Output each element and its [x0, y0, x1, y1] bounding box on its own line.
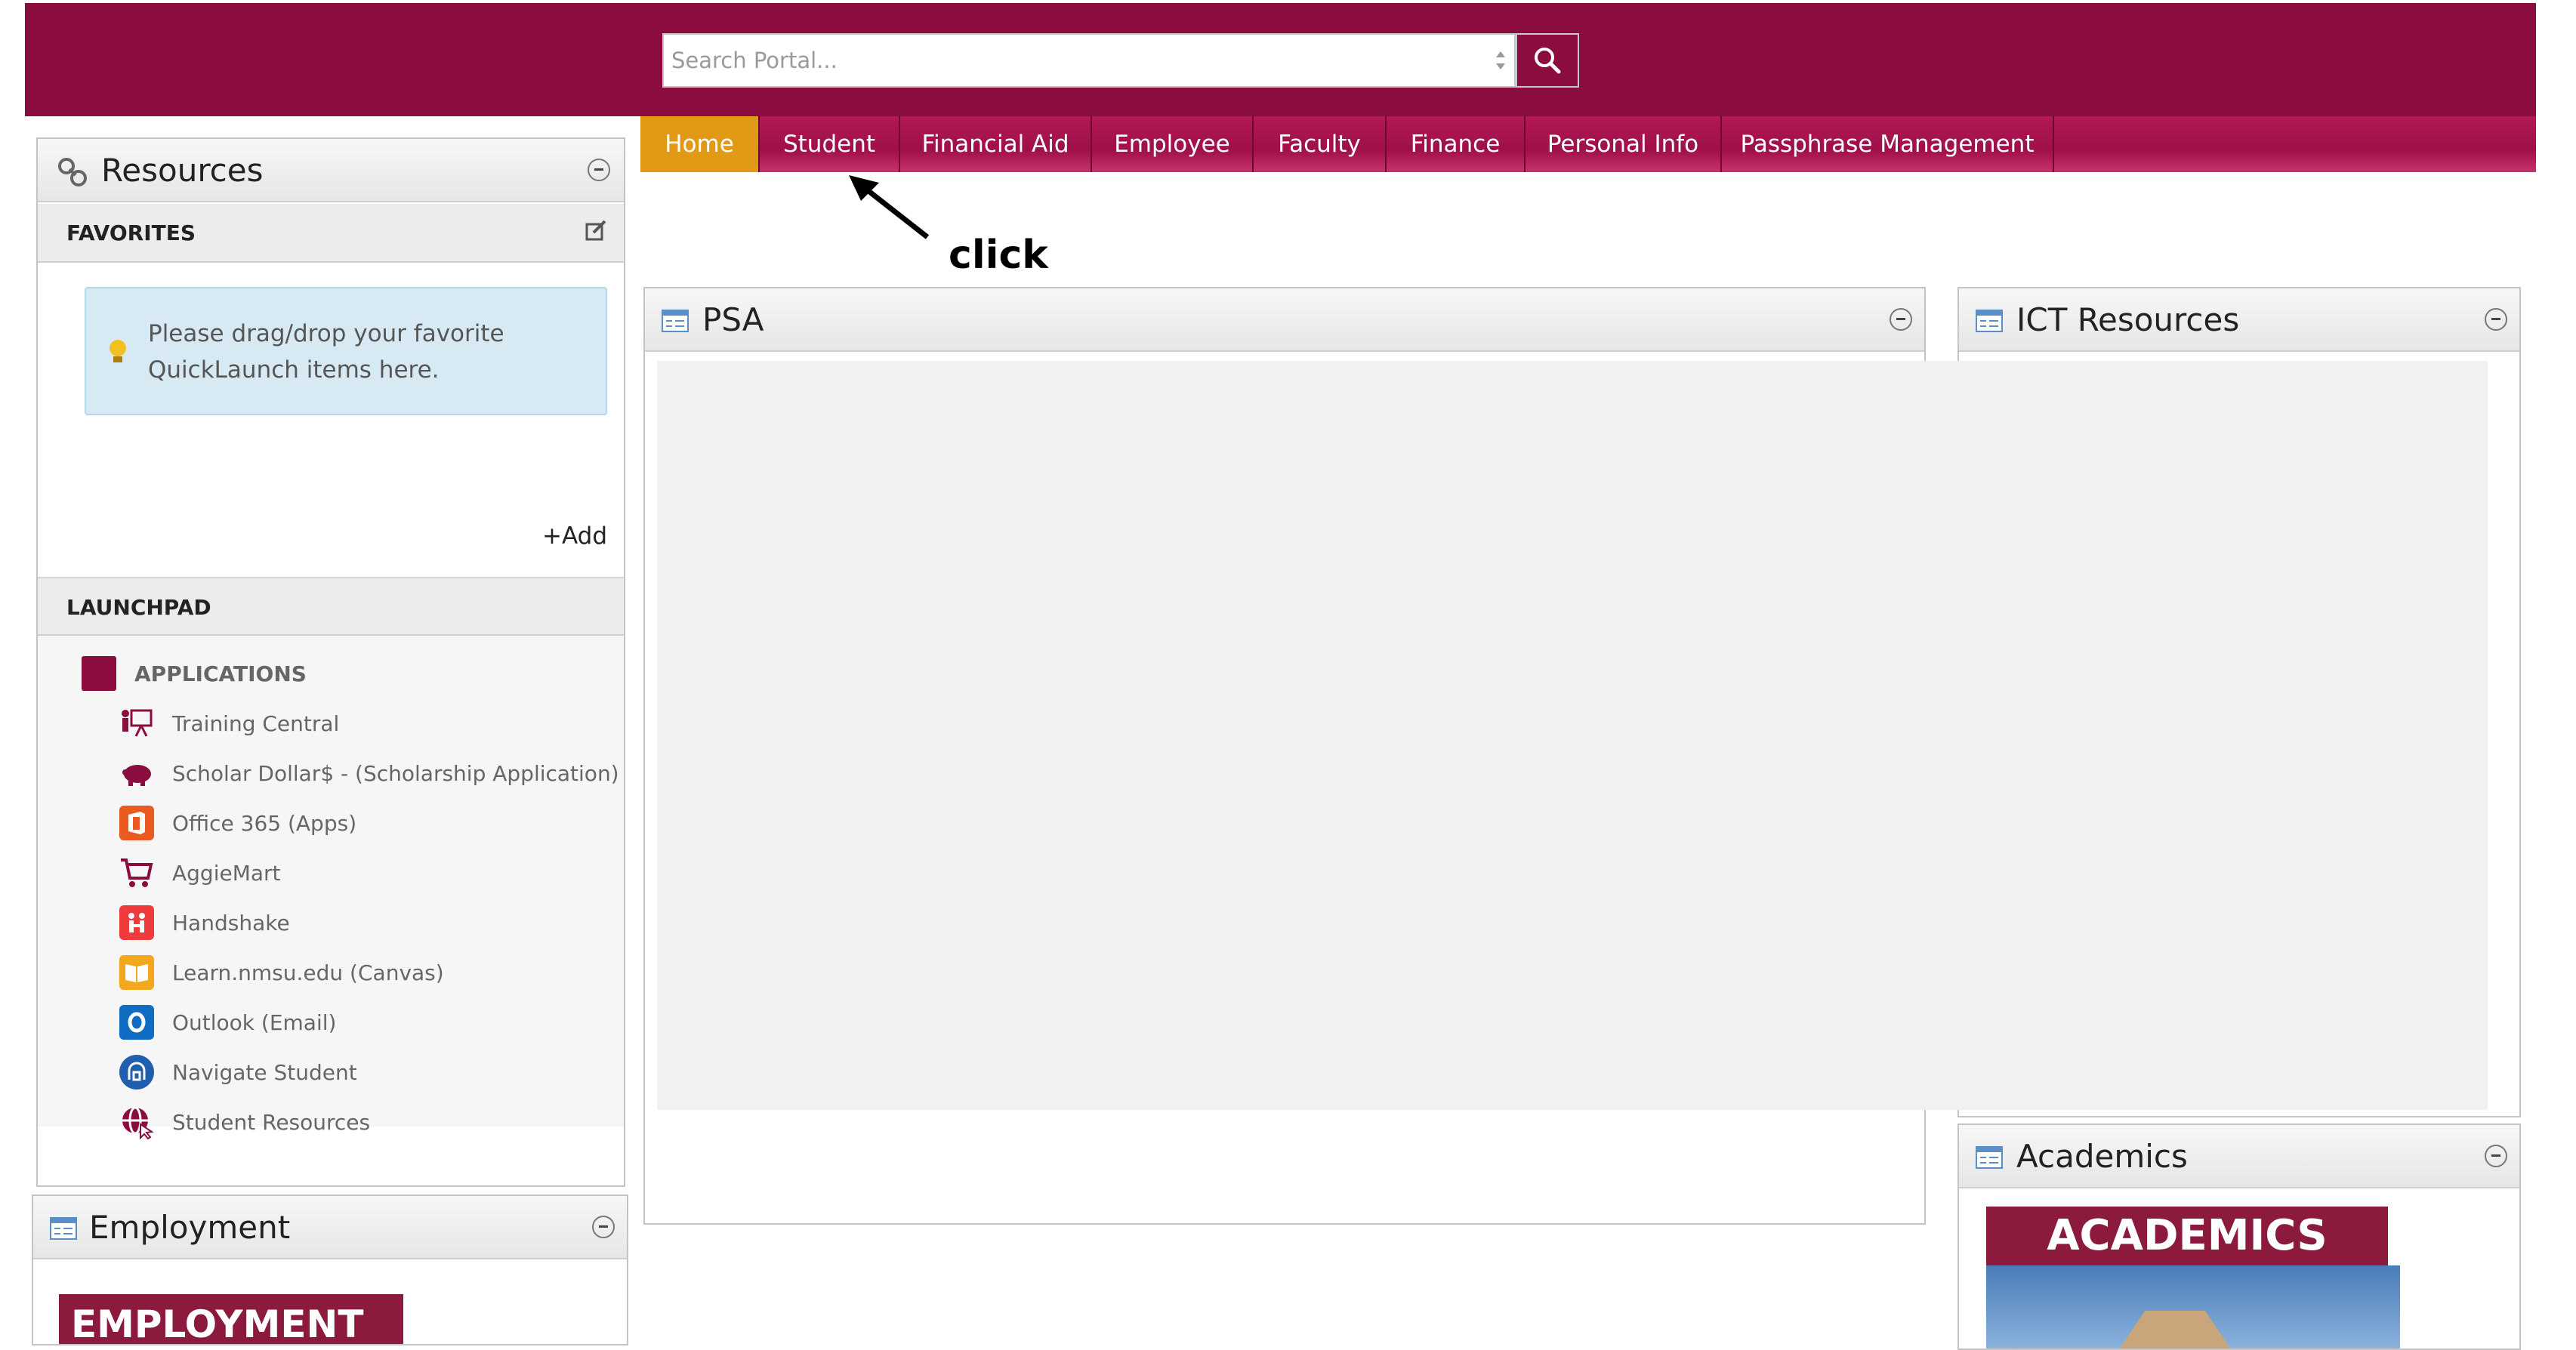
minimize-button[interactable] [588, 159, 610, 181]
book-icon [119, 955, 154, 990]
launchpad-item[interactable]: Outlook (Email) [119, 1000, 336, 1045]
minimize-button[interactable] [2485, 308, 2507, 331]
launchpad-item-label: Outlook (Email) [172, 1009, 337, 1035]
outlook-icon [119, 1005, 154, 1040]
sort-arrows-icon[interactable] [1493, 45, 1508, 76]
academics-header: Academics [1959, 1125, 2519, 1188]
tab-passphrase-management[interactable]: Passphrase Management [1722, 116, 2054, 172]
psa-header: PSA [645, 288, 1924, 352]
launchpad-item-label: Scholar Dollar$ - (Scholarship Applicati… [172, 760, 619, 786]
favorites-heading: FAVORITES [38, 204, 624, 263]
ict-header: ICT Resources [1959, 288, 2519, 352]
content-placeholder [657, 361, 2488, 1110]
launchpad-item-label: Office 365 (Apps) [172, 810, 357, 836]
portlet-icon [50, 1217, 77, 1240]
launchpad-item-label: Student Resources [172, 1109, 371, 1135]
launchpad-heading: LAUNCHPAD [38, 577, 624, 636]
launchpad-item-label: AggieMart [172, 860, 281, 886]
launchpad-item[interactable]: Training Central [119, 701, 339, 746]
search-button[interactable] [1516, 33, 1579, 88]
search-input[interactable] [664, 35, 1479, 86]
navigate-icon [119, 1055, 154, 1090]
tab-employee[interactable]: Employee [1092, 116, 1254, 172]
cart-icon [119, 855, 154, 890]
search-icon [1535, 48, 1561, 74]
launchpad-item[interactable]: Handshake [119, 900, 290, 945]
presentation-icon [119, 706, 154, 741]
launchpad-item[interactable]: Navigate Student [119, 1049, 357, 1095]
launchpad-item[interactable]: Scholar Dollar$ - (Scholarship Applicati… [119, 751, 619, 796]
resources-header: Resources [38, 139, 624, 202]
tab-financial-aid[interactable]: Financial Aid [900, 116, 1092, 172]
launchpad-item-label: Handshake [172, 910, 290, 935]
edit-icon[interactable] [585, 219, 607, 242]
globe-cursor-icon [119, 1105, 154, 1139]
resources-title: Resources [101, 152, 264, 189]
office-icon [119, 806, 154, 840]
academics-banner[interactable]: ACADEMICS [1986, 1207, 2388, 1265]
lightbulb-icon [110, 340, 126, 362]
handshake-icon [119, 905, 154, 940]
favorites-hint: Please drag/drop your favorite QuickLaun… [85, 287, 607, 415]
folder-icon [82, 656, 116, 691]
ict-title: ICT Resources [2016, 301, 2240, 338]
tab-finance[interactable]: Finance [1387, 116, 1526, 172]
academics-photo [1986, 1265, 2400, 1348]
launchpad-item[interactable]: Student Resources [119, 1099, 370, 1145]
applications-label: APPLICATIONS [134, 661, 307, 686]
favorites-label: FAVORITES [66, 220, 196, 245]
launchpad-list: APPLICATIONS Training Central Scholar Do… [38, 636, 624, 1139]
minimize-button[interactable] [592, 1216, 615, 1238]
portlet-icon [1976, 310, 2003, 332]
applications-folder[interactable]: APPLICATIONS [82, 651, 307, 696]
academics-title: Academics [2016, 1138, 2188, 1175]
minimize-button[interactable] [1890, 308, 1912, 331]
launchpad-item-label: Learn.nmsu.edu (Canvas) [172, 960, 444, 985]
piggy-bank-icon [119, 756, 154, 791]
employment-header: Employment [33, 1196, 627, 1259]
employment-panel: Employment EMPLOYMENT [32, 1194, 628, 1345]
academics-panel: Academics ACADEMICS [1957, 1123, 2521, 1350]
launchpad-item[interactable]: Office 365 (Apps) [119, 800, 356, 846]
add-favorite-link[interactable]: +Add [542, 522, 607, 550]
portlet-icon [1976, 1146, 2003, 1169]
launchpad-item-label: Training Central [172, 710, 340, 736]
employment-banner[interactable]: EMPLOYMENT [59, 1294, 403, 1344]
resources-panel: Resources FAVORITES Please drag/drop you… [36, 137, 625, 1187]
launchpad-item[interactable]: AggieMart [119, 850, 281, 895]
favorites-hint-text: Please drag/drop your favorite QuickLaun… [148, 320, 504, 384]
pointer-arrow-icon [849, 175, 930, 239]
main-nav: Home Student Financial Aid Employee Facu… [640, 116, 2536, 172]
link-icon [58, 158, 87, 186]
tab-personal-info[interactable]: Personal Info [1526, 116, 1722, 172]
launchpad-item-label: Navigate Student [172, 1059, 357, 1085]
tab-student[interactable]: Student [760, 116, 900, 172]
minimize-button[interactable] [2485, 1145, 2507, 1167]
search-box [662, 33, 1516, 88]
tab-home[interactable]: Home [640, 116, 760, 172]
tab-faculty[interactable]: Faculty [1254, 116, 1387, 172]
portlet-icon [662, 310, 689, 332]
launchpad-item[interactable]: Learn.nmsu.edu (Canvas) [119, 950, 444, 995]
psa-title: PSA [702, 301, 764, 338]
employment-title: Employment [89, 1209, 291, 1246]
